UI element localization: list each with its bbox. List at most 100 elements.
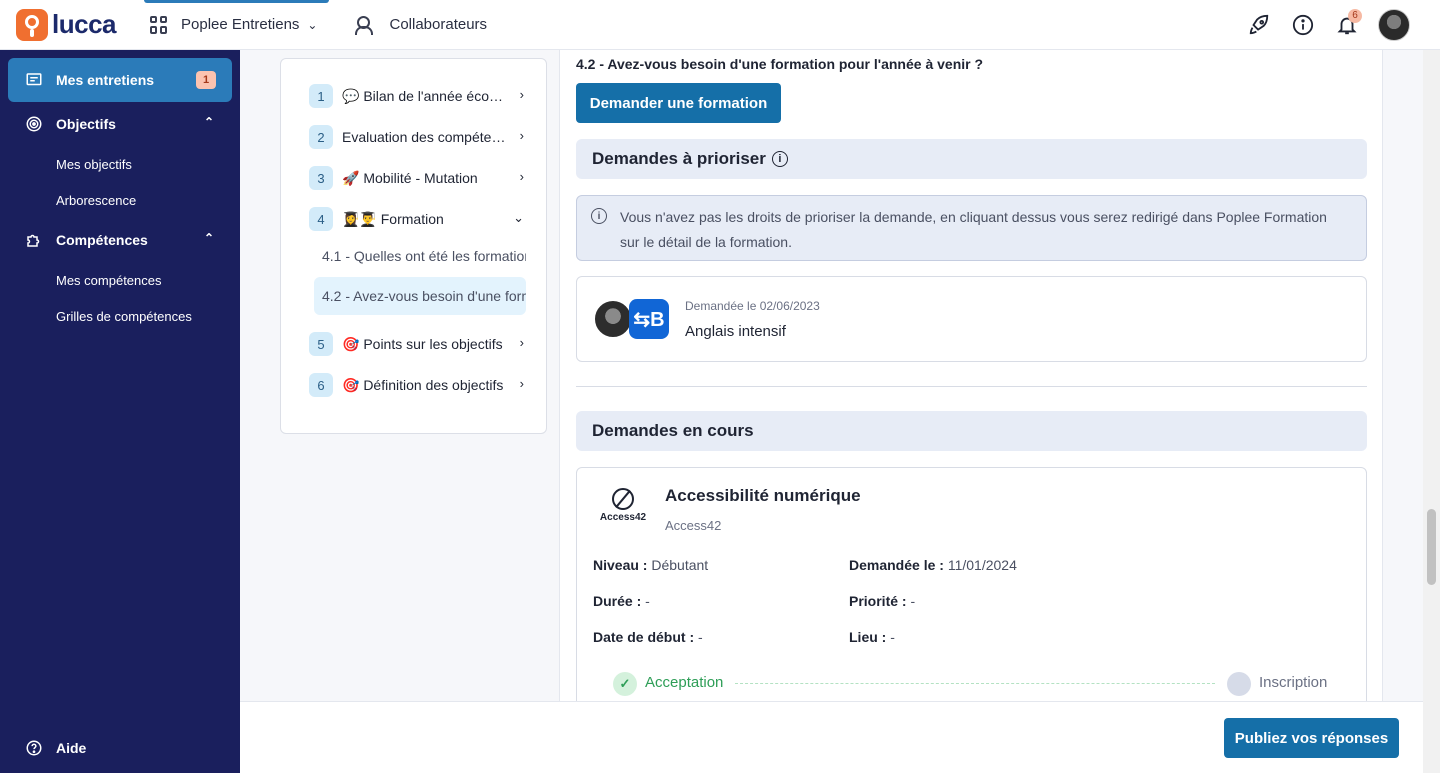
- prioritize-section-header: Demandes à prioriser i: [576, 139, 1367, 179]
- info-callout: i Vous n'avez pas les droits de priorise…: [576, 195, 1367, 261]
- lucca-logo-icon: [16, 8, 48, 41]
- field-priorite: Priorité : -: [849, 593, 915, 609]
- question-title: 4.2 - Avez-vous besoin d'une formation p…: [576, 56, 984, 72]
- puzzle-icon: [24, 230, 44, 250]
- help-icon: [24, 738, 44, 758]
- field-label: Niveau :: [593, 557, 648, 573]
- toc-item-label: 🚀 Mobilité - Mutation: [342, 169, 478, 186]
- progress-steps: ✓ Acceptation Inscription: [613, 672, 1333, 696]
- callout-text: Vous n'avez pas les droits de prioriser …: [620, 209, 1327, 250]
- field-value: 11/01/2024: [947, 557, 1017, 573]
- sidebar-item-mes-competences[interactable]: Mes compétences: [56, 273, 162, 288]
- toc-item-label: 💬 Bilan de l'année écoulée: [342, 87, 507, 104]
- field-value: -: [698, 629, 703, 645]
- field-label: Priorité :: [849, 593, 907, 609]
- chevron-down-icon: ⌄: [513, 210, 524, 225]
- chevron-up-icon: ⌃: [203, 115, 214, 129]
- sidebar: Mes entretiens 1 Objectifs ⌃ Mes objecti…: [0, 50, 240, 773]
- collaborators-label: Collaborateurs: [389, 16, 488, 33]
- toc-item-label: 👩‍🎓👨‍🎓 Formation: [342, 210, 444, 227]
- toc-item-4[interactable]: 4 👩‍🎓👨‍🎓 Formation ⌄: [309, 207, 524, 231]
- logo-text: lucca: [52, 9, 117, 39]
- app-switcher[interactable]: Poplee Entretiens ⌄: [144, 0, 330, 50]
- chevron-right-icon: ›: [519, 376, 524, 391]
- step-number: 3: [309, 166, 333, 190]
- step-number: 5: [309, 332, 333, 356]
- toc-item-label: Evaluation des compétences: [342, 129, 507, 145]
- user-avatar[interactable]: [1378, 9, 1410, 41]
- rocket-icon[interactable]: [1246, 12, 1272, 38]
- collaborators-link[interactable]: Collaborateurs: [355, 15, 488, 35]
- field-value: -: [890, 629, 895, 645]
- course-title: Accessibilité numérique: [665, 486, 861, 505]
- toc-item-6[interactable]: 6 🎯 Définition des objectifs ›: [309, 373, 524, 397]
- field-label: Date de début :: [593, 629, 695, 645]
- sidebar-item-grilles-competences[interactable]: Grilles de compétences: [56, 309, 192, 324]
- main-content: 4.2 - Avez-vous besoin d'une formation p…: [559, 50, 1383, 701]
- chat-icon: [24, 70, 44, 90]
- info-icon[interactable]: i: [771, 151, 788, 167]
- sidebar-item-mes-entretiens[interactable]: Mes entretiens 1: [8, 58, 232, 102]
- page-scrollbar[interactable]: [1423, 50, 1440, 773]
- requester-avatar: [593, 299, 633, 339]
- field-niveau: Niveau : Débutant: [593, 557, 708, 573]
- toc-subitem-4-1[interactable]: 4.1 - Quelles ont été les formations: [314, 237, 526, 275]
- chevron-right-icon: ›: [519, 169, 524, 184]
- section-title: Demandes à prioriser: [592, 149, 766, 168]
- step-label-inscription: Inscription: [1259, 674, 1328, 691]
- info-icon: i: [591, 208, 607, 224]
- count-badge: 1: [196, 71, 216, 89]
- field-value: -: [910, 593, 916, 609]
- field-label: Lieu :: [849, 629, 887, 645]
- course-organization: Access42: [665, 518, 722, 533]
- field-label: Demandée le :: [849, 557, 944, 573]
- chevron-right-icon: ›: [519, 335, 524, 350]
- toc-item-5[interactable]: 5 🎯 Points sur les objectifs ›: [309, 332, 524, 356]
- bell-icon[interactable]: 6: [1334, 9, 1362, 38]
- sidebar-item-mes-objectifs[interactable]: Mes objectifs: [56, 157, 132, 172]
- target-icon: [24, 114, 44, 134]
- people-icon: [355, 15, 377, 35]
- request-name: Anglais intensif: [685, 323, 786, 340]
- access42-icon: [612, 488, 634, 510]
- sidebar-item-label: Mes entretiens: [56, 72, 155, 88]
- field-date-debut: Date de début : -: [593, 629, 703, 645]
- scrollbar-thumb[interactable]: [1427, 509, 1436, 585]
- pending-step-dot: [1227, 672, 1251, 696]
- lucca-logo[interactable]: lucca: [16, 8, 136, 41]
- toc-item-label: 🎯 Définition des objectifs: [342, 376, 504, 393]
- sidebar-item-aide[interactable]: Aide: [8, 726, 232, 770]
- sidebar-item-objectifs[interactable]: Objectifs ⌃: [8, 102, 232, 146]
- field-lieu: Lieu : -: [849, 629, 895, 645]
- top-bar: lucca Poplee Entretiens ⌄ Collaborateurs…: [0, 0, 1440, 50]
- chevron-down-icon: ⌄: [307, 17, 318, 32]
- toc-item-3[interactable]: 3 🚀 Mobilité - Mutation ›: [309, 166, 524, 190]
- step-connector: [735, 683, 1215, 684]
- request-avatars: ⇆B: [593, 298, 673, 340]
- chevron-right-icon: ›: [519, 128, 524, 143]
- step-label-acceptation: Acceptation: [645, 674, 724, 691]
- field-duree: Durée : -: [593, 593, 650, 609]
- toc-item-2[interactable]: 2 Evaluation des compétences ›: [309, 125, 524, 149]
- course-card[interactable]: Access42 Accessibilité numérique Access4…: [576, 467, 1367, 701]
- request-date: Demandée le 02/06/2023: [685, 299, 820, 313]
- notification-badge: 6: [1348, 9, 1362, 23]
- apps-grid-icon: [150, 15, 168, 34]
- provider-logo: ⇆B: [629, 299, 669, 339]
- sidebar-item-competences[interactable]: Compétences ⌃: [8, 218, 232, 262]
- section-navigation: 1 💬 Bilan de l'année écoulée › 2 Evaluat…: [280, 58, 547, 434]
- request-card[interactable]: ⇆B Demandée le 02/06/2023 Anglais intens…: [576, 276, 1367, 362]
- publish-answers-button[interactable]: Publiez vos réponses: [1224, 718, 1399, 758]
- sidebar-item-label: Objectifs: [56, 116, 116, 132]
- app-name: Poplee Entretiens: [181, 16, 300, 33]
- step-number: 2: [309, 125, 333, 149]
- top-right-actions: 6: [1246, 9, 1410, 41]
- field-value: Débutant: [651, 557, 709, 573]
- info-icon[interactable]: [1290, 12, 1316, 38]
- toc-item-1[interactable]: 1 💬 Bilan de l'année écoulée ›: [309, 84, 524, 108]
- sidebar-item-arborescence[interactable]: Arborescence: [56, 193, 136, 208]
- toc-item-label: 🎯 Points sur les objectifs: [342, 335, 503, 352]
- request-training-button[interactable]: Demander une formation: [576, 83, 781, 123]
- toc-subitem-4-2[interactable]: 4.2 - Avez-vous besoin d'une formation: [314, 277, 526, 315]
- field-label: Durée :: [593, 593, 642, 609]
